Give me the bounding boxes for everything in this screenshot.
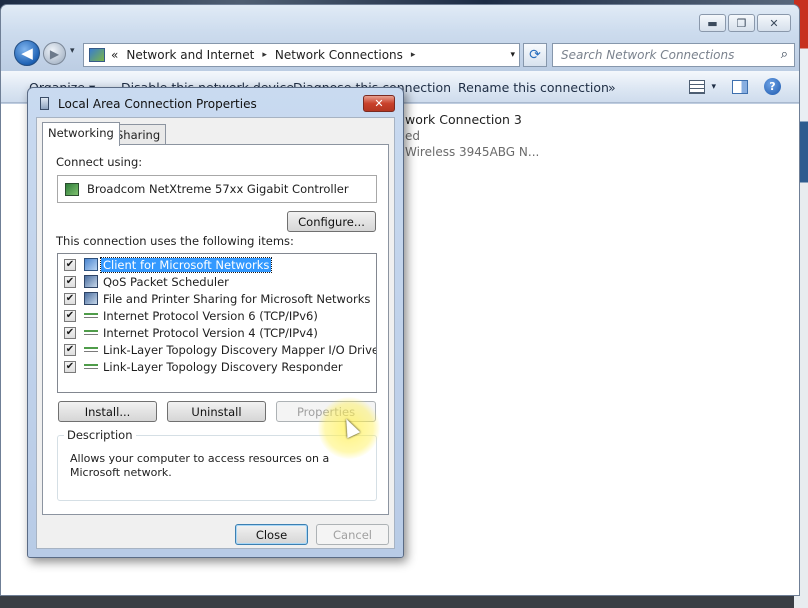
item-label: File and Printer Sharing for Microsoft N… xyxy=(103,291,371,306)
dialog-close-button[interactable]: ✕ xyxy=(363,95,395,112)
network-card-icon xyxy=(65,182,79,196)
item-checkbox[interactable]: ✔ xyxy=(64,360,76,373)
wireless-connection-item[interactable]: work Connection 3 ed Wireless 3945ABG N.… xyxy=(405,112,539,160)
tab-networking[interactable]: Networking xyxy=(42,122,120,146)
item-label: Client for Microsoft Networks xyxy=(99,256,273,273)
item-label: Internet Protocol Version 6 (TCP/IPv6) xyxy=(103,308,318,323)
breadcrumb-overflow[interactable]: « xyxy=(111,48,118,62)
view-options-dropdown[interactable]: ▾ xyxy=(711,82,716,92)
item-label: QoS Packet Scheduler xyxy=(103,274,229,289)
preview-pane-icon[interactable] xyxy=(732,79,748,94)
list-item-ipv6[interactable]: ✔ Internet Protocol Version 6 (TCP/IPv6) xyxy=(64,307,320,324)
description-group: Description Allows your computer to acce… xyxy=(57,428,377,501)
protocol-icon xyxy=(84,313,98,318)
item-label: Internet Protocol Version 4 (TCP/IPv4) xyxy=(103,325,318,340)
dialog-body: Networking Sharing Connect using: Broadc… xyxy=(36,117,395,549)
dialog-titlebar[interactable]: Local Area Connection Properties ✕ xyxy=(28,88,403,118)
connection-properties-dialog: Local Area Connection Properties ✕ Netwo… xyxy=(27,87,404,558)
item-checkbox[interactable]: ✔ xyxy=(64,258,76,271)
description-text: Allows your computer to access resources… xyxy=(70,452,330,479)
items-label: This connection uses the following items… xyxy=(56,234,294,248)
network-client-icon xyxy=(84,258,98,271)
search-icon[interactable]: ⌕ xyxy=(781,47,788,62)
adapter-name: Broadcom NetXtreme 57xx Gigabit Controll… xyxy=(87,182,349,196)
connection-name: work Connection 3 xyxy=(405,112,522,127)
breadcrumb-separator[interactable]: ▸ xyxy=(411,50,416,60)
adapter-field: Broadcom NetXtreme 57xx Gigabit Controll… xyxy=(57,175,377,203)
minimize-button[interactable]: ▬ xyxy=(699,14,726,32)
item-checkbox[interactable]: ✔ xyxy=(64,326,76,339)
list-item-lltd-mapper[interactable]: ✔ Link-Layer Topology Discovery Mapper I… xyxy=(64,341,377,358)
rename-button[interactable]: Rename this connection xyxy=(458,80,609,95)
maximize-button[interactable]: ❐ xyxy=(728,14,755,32)
list-item-qos[interactable]: ✔ QoS Packet Scheduler xyxy=(64,273,231,290)
item-checkbox[interactable]: ✔ xyxy=(64,309,76,322)
item-checkbox[interactable]: ✔ xyxy=(64,292,76,305)
configure-button[interactable]: Configure... xyxy=(287,211,376,232)
network-adapter-icon xyxy=(40,97,49,110)
search-input[interactable] xyxy=(553,44,768,66)
help-icon[interactable]: ? xyxy=(764,78,781,95)
list-item-lltd-responder[interactable]: ✔ Link-Layer Topology Discovery Responde… xyxy=(64,358,345,375)
breadcrumb-network-and-internet[interactable]: Network and Internet xyxy=(126,48,254,62)
close-button[interactable]: Close xyxy=(235,524,308,545)
item-checkbox[interactable]: ✔ xyxy=(64,343,76,356)
properties-button[interactable]: Properties xyxy=(276,401,376,422)
file-printer-sharing-icon xyxy=(84,292,98,305)
list-item-file-printer-sharing[interactable]: ✔ File and Printer Sharing for Microsoft… xyxy=(64,290,372,307)
item-label: Link-Layer Topology Discovery Responder xyxy=(103,359,343,374)
protocol-icon xyxy=(84,364,98,369)
recent-pages-dropdown[interactable]: ▾ xyxy=(70,46,75,56)
refresh-button[interactable]: ⟳ xyxy=(523,43,547,67)
item-checkbox[interactable]: ✔ xyxy=(64,275,76,288)
view-tools: ▾ ? xyxy=(689,78,781,95)
connection-device: Wireless 3945ABG N... xyxy=(405,145,540,159)
control-panel-icon xyxy=(89,48,105,62)
dialog-title: Local Area Connection Properties xyxy=(58,97,257,111)
breadcrumb-network-connections[interactable]: Network Connections xyxy=(275,48,403,62)
change-view-icon[interactable] xyxy=(689,79,706,94)
install-button[interactable]: Install... xyxy=(58,401,157,422)
cancel-button[interactable]: Cancel xyxy=(316,524,389,545)
connect-using-label: Connect using: xyxy=(56,155,143,169)
forward-button[interactable]: ▶ xyxy=(43,42,66,65)
description-label: Description xyxy=(64,428,136,442)
list-item-client[interactable]: ✔ Client for Microsoft Networks xyxy=(64,256,273,273)
address-bar[interactable]: « Network and Internet ▸ Network Connect… xyxy=(83,43,520,67)
address-dropdown[interactable]: ▾ xyxy=(510,50,515,60)
item-label: Link-Layer Topology Discovery Mapper I/O… xyxy=(103,342,377,357)
qos-service-icon xyxy=(84,275,98,288)
window-controls: ▬ ❐ ✕ xyxy=(699,14,791,32)
uninstall-button[interactable]: Uninstall xyxy=(167,401,266,422)
list-item-ipv4[interactable]: ✔ Internet Protocol Version 4 (TCP/IPv4) xyxy=(64,324,320,341)
networking-panel: Connect using: Broadcom NetXtreme 57xx G… xyxy=(42,144,389,515)
search-box: ⌕ xyxy=(552,43,795,67)
back-button[interactable]: ◀ xyxy=(14,40,40,66)
breadcrumb-separator[interactable]: ▸ xyxy=(262,50,267,60)
protocol-icon xyxy=(84,347,98,352)
protocol-icon xyxy=(84,330,98,335)
connection-status: ed xyxy=(405,129,420,143)
more-commands-button[interactable]: » xyxy=(608,80,616,95)
window-close-button[interactable]: ✕ xyxy=(757,14,791,32)
connection-items-list[interactable]: ✔ Client for Microsoft Networks ✔ QoS Pa… xyxy=(57,253,377,393)
